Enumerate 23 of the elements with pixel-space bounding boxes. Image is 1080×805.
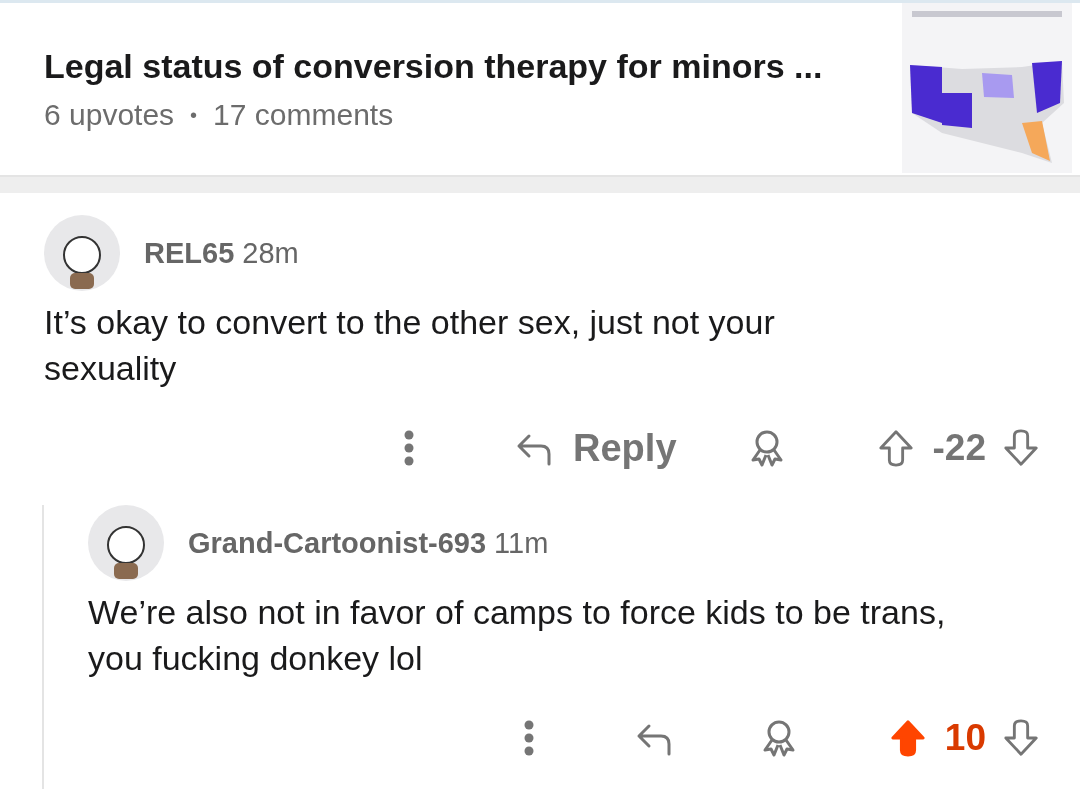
upvote-count: 6 upvotes — [44, 98, 175, 132]
downvote-icon[interactable] — [1002, 428, 1040, 468]
timestamp: 28m — [242, 236, 299, 270]
map-thumbnail[interactable] — [902, 3, 1072, 173]
post-title: Legal status of conversion therapy for minors ... — [44, 47, 823, 86]
downvote-icon[interactable] — [1002, 718, 1040, 758]
upvote-icon[interactable] — [876, 428, 915, 468]
upvote-icon[interactable] — [888, 718, 927, 758]
more-options-icon[interactable] — [522, 720, 535, 756]
timestamp: 11m — [494, 526, 549, 560]
vote-count: -22 — [932, 427, 986, 469]
username[interactable]: Grand-Cartoonist-693 — [188, 526, 487, 560]
comment-count: 17 comments — [213, 98, 394, 132]
comment-text: It’s okay to convert to the other sex, just not your sexuality — [44, 302, 776, 389]
vote-count: 10 — [944, 717, 986, 759]
comment-text: We’re also not in favor of camps to force kids to be trans, you fucking donkey lol — [88, 592, 947, 679]
avatar-icon[interactable] — [44, 215, 120, 291]
more-options-icon[interactable] — [403, 430, 416, 466]
avatar-icon[interactable] — [88, 505, 164, 581]
username[interactable]: REL65 — [144, 236, 235, 270]
reply-button[interactable]: Reply — [515, 426, 677, 470]
post-header[interactable]: Legal status of conversion therapy for minors ... 6 upvotes • 17 comments — [0, 0, 1080, 177]
separator-dot: • — [190, 103, 198, 127]
